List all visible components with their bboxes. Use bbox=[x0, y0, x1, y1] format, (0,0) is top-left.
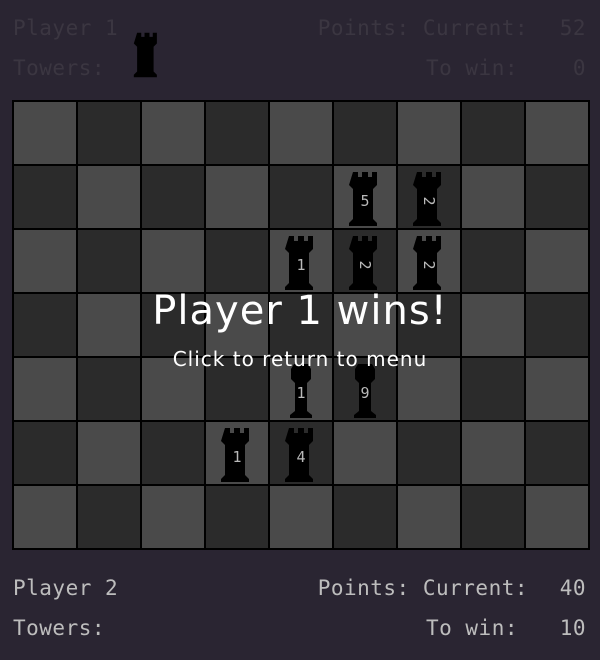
player-2-points-current: 40 bbox=[559, 576, 586, 600]
win-message: Player 1 wins! bbox=[152, 288, 448, 334]
board-cell[interactable] bbox=[526, 102, 588, 164]
player-1-to-win-value: 0 bbox=[572, 56, 586, 80]
piece-value: 4 bbox=[296, 448, 306, 466]
player-1-points-label: Points: Current: bbox=[317, 16, 528, 40]
player-2-points-label: Points: Current: bbox=[317, 576, 528, 600]
player-1-panel: Player 1 Points: Current: 52 Towers: To … bbox=[0, 0, 600, 90]
board-cell[interactable] bbox=[462, 102, 524, 164]
board-cell[interactable] bbox=[526, 230, 588, 292]
player-2-to-win-label: To win: bbox=[425, 616, 518, 640]
tower-piece[interactable]: 2 bbox=[412, 234, 446, 292]
board-cell[interactable] bbox=[14, 166, 76, 228]
board-cell[interactable] bbox=[270, 486, 332, 548]
board-cell[interactable] bbox=[270, 102, 332, 164]
piece-value: 2 bbox=[420, 260, 438, 270]
board-cell[interactable] bbox=[398, 422, 460, 484]
board-cell[interactable] bbox=[78, 102, 140, 164]
board-cell[interactable] bbox=[462, 230, 524, 292]
piece-value: 1 bbox=[296, 384, 306, 402]
player-2-towers-label: Towers: bbox=[13, 616, 106, 640]
piece-value: 1 bbox=[232, 448, 242, 466]
board-cell[interactable] bbox=[14, 486, 76, 548]
player-1-towers-label: Towers: bbox=[13, 56, 106, 80]
player-2-panel: Player 2 Points: Current: 40 Towers: To … bbox=[0, 560, 600, 650]
board-cell[interactable] bbox=[462, 422, 524, 484]
player-2-to-win-value: 10 bbox=[559, 616, 586, 640]
board-cell[interactable] bbox=[334, 102, 396, 164]
board-cell[interactable] bbox=[334, 486, 396, 548]
player-2-name: Player 2 bbox=[13, 576, 119, 600]
board-cell[interactable] bbox=[14, 422, 76, 484]
board-cell[interactable] bbox=[78, 230, 140, 292]
player-1-name: Player 1 bbox=[13, 16, 119, 40]
board-cell[interactable] bbox=[462, 486, 524, 548]
tower-piece[interactable]: 1 bbox=[220, 426, 254, 484]
board-cell[interactable] bbox=[526, 422, 588, 484]
board-cell[interactable] bbox=[526, 166, 588, 228]
board-cell[interactable] bbox=[142, 486, 204, 548]
piece-value: 1 bbox=[296, 256, 306, 274]
board-cell[interactable] bbox=[142, 166, 204, 228]
tower-piece[interactable]: 1 bbox=[284, 234, 318, 292]
tower-piece[interactable]: 5 bbox=[348, 170, 382, 228]
board-cell[interactable] bbox=[206, 166, 268, 228]
board-cell[interactable] bbox=[142, 102, 204, 164]
board-cell[interactable] bbox=[398, 486, 460, 548]
board-cell[interactable] bbox=[78, 486, 140, 548]
tower-piece[interactable]: 2 bbox=[348, 234, 382, 292]
board-cell[interactable] bbox=[334, 422, 396, 484]
piece-value: 2 bbox=[356, 260, 374, 270]
tower-piece[interactable]: 2 bbox=[412, 170, 446, 228]
board-cell[interactable] bbox=[14, 230, 76, 292]
board-cell[interactable] bbox=[142, 230, 204, 292]
piece-value: 2 bbox=[420, 196, 438, 206]
board-cell[interactable] bbox=[398, 102, 460, 164]
return-to-menu-prompt[interactable]: Click to return to menu bbox=[0, 347, 600, 371]
board-cell[interactable] bbox=[206, 102, 268, 164]
board-cell[interactable] bbox=[526, 486, 588, 548]
board-cell[interactable] bbox=[142, 422, 204, 484]
piece-value: 5 bbox=[360, 192, 370, 210]
piece-value: 9 bbox=[360, 384, 370, 402]
board-cell[interactable] bbox=[206, 230, 268, 292]
tower-piece[interactable]: 4 bbox=[284, 426, 318, 484]
player-1-tower-icon bbox=[133, 27, 161, 83]
board-cell[interactable] bbox=[78, 166, 140, 228]
player-1-points-current: 52 bbox=[559, 16, 586, 40]
board-cell[interactable] bbox=[78, 422, 140, 484]
player-1-to-win-label: To win: bbox=[425, 56, 518, 80]
board-cell[interactable] bbox=[14, 102, 76, 164]
board-cell[interactable] bbox=[270, 166, 332, 228]
board-cell[interactable] bbox=[462, 166, 524, 228]
board-cell[interactable] bbox=[206, 486, 268, 548]
